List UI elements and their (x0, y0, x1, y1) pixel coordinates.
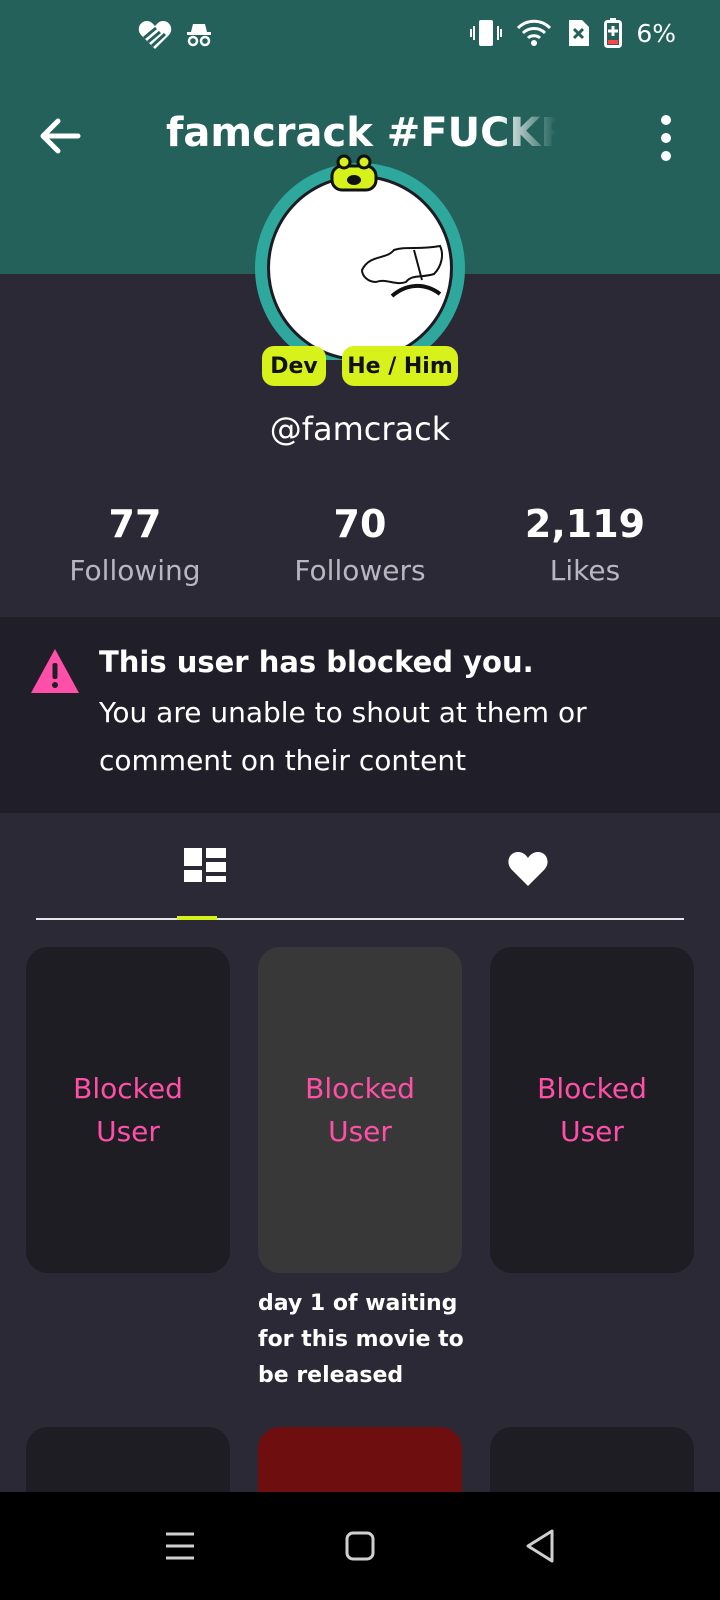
battery-percent: 6% (636, 18, 676, 48)
stat-label: Followers (294, 554, 426, 587)
back-arrow-icon[interactable] (34, 110, 86, 162)
avatar[interactable] (246, 150, 474, 360)
battery-icon (604, 18, 623, 48)
incognito-icon (187, 24, 211, 47)
stat-followers[interactable]: 70 Followers (250, 502, 470, 587)
heart-icon (138, 21, 172, 49)
grid-icon (184, 848, 226, 882)
stat-label: Likes (549, 554, 621, 587)
stat-likes: 2,119 Likes (475, 502, 695, 587)
profile-stats: 77 Following 70 Followers 2,119 Likes (0, 502, 720, 602)
menu-icon[interactable] (154, 1520, 206, 1572)
tab-posts-grid[interactable] (176, 838, 236, 898)
sim-x-icon (569, 20, 590, 46)
home-icon[interactable] (334, 1520, 386, 1572)
blocked-user-label: Blocked User (305, 1072, 415, 1148)
post-card[interactable]: Blocked User (490, 947, 694, 1273)
blocked-message: You are unable to shout at them or comme… (99, 696, 587, 777)
blocked-title: This user has blocked you. (99, 645, 534, 679)
status-bar: 6% (0, 0, 720, 74)
blocked-user-label: Blocked User (537, 1072, 647, 1148)
stat-value: 2,119 (524, 502, 646, 546)
tab-selected-indicator (177, 916, 217, 920)
post-card[interactable]: Blocked User (26, 947, 230, 1273)
post-caption: day 1 of waiting for this movie to be re… (258, 1291, 464, 1388)
username-handle: @famcrack (269, 410, 451, 448)
wifi-icon (517, 19, 552, 46)
blocked-notice: This user has blocked you. You are unabl… (0, 617, 720, 813)
back-icon[interactable] (514, 1520, 566, 1572)
heart-icon (508, 852, 548, 886)
blocked-user-label: Blocked User (73, 1072, 183, 1148)
tab-liked[interactable] (498, 838, 558, 898)
more-options-icon[interactable] (644, 112, 688, 164)
vibrate-icon (470, 20, 503, 46)
system-nav-bar (0, 1492, 720, 1600)
stat-value: 77 (108, 502, 162, 546)
stat-value: 70 (333, 502, 387, 546)
badge-dev: Dev (262, 346, 326, 386)
stat-following[interactable]: 77 Following (25, 502, 245, 587)
stat-label: Following (69, 554, 201, 587)
badge-pronouns: He / Him (342, 346, 458, 386)
post-card[interactable]: Blocked User (258, 947, 462, 1273)
profile-tabs (36, 822, 684, 920)
frog-badge-icon (330, 154, 378, 192)
warning-icon (31, 649, 79, 693)
